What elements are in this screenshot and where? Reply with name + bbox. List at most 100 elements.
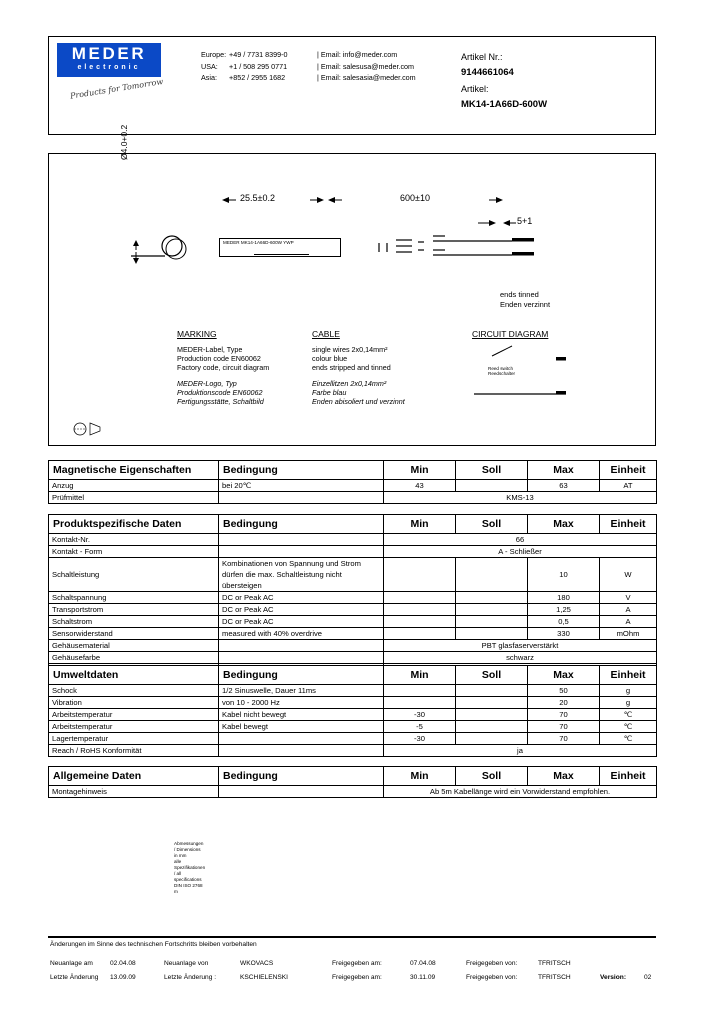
row-span-value: Ab 5m Kabellänge wird ein Vorwiderstand … [383,785,657,798]
row-unit: mOhm [599,627,657,640]
row-name: Schaltspannung [48,591,219,604]
row-condition [218,744,384,757]
row-condition [218,491,384,504]
row-condition: Kabel nicht bewegt [218,708,384,721]
row-soll [455,557,528,592]
cable-ends-note-de: Enden verzinnt [500,300,551,309]
row-name: Gehäusematerial [48,639,219,652]
row-name: Gehäusefarbe [48,651,219,664]
column-soll: Soll [455,460,528,480]
row-soll [455,479,528,492]
row-name: Schock [48,684,219,697]
row-span-value: PBT glasfaserverstärkt [383,639,657,652]
article-number-value: 9144661064 [461,67,514,78]
row-soll [455,603,528,616]
contact-region-usa: USA: [201,61,218,71]
table-header-row: Allgemeine Daten Bedingung Min Soll Max … [48,766,657,786]
row-min [383,684,456,697]
changed-by-value: KSCHIELENSKI [240,974,289,981]
column-bedingung: Bedingung [218,665,384,685]
table-row: Prüfmittel KMS-13 [48,491,657,504]
row-span-value: ja [383,744,657,757]
cable-de-2: Farbe blau [312,388,347,397]
environment-table-title: Umweltdaten [48,665,219,685]
row-name: Prüfmittel [48,491,219,504]
table-row: Kontakt - Form A - Schließer [48,545,657,558]
row-max: 70 [527,732,600,745]
contact-block: Europe: +49 / 7731 8399-0 | Email: info@… [201,49,416,84]
drawing-geometry [73,197,566,436]
table-header-row: Umweltdaten Bedingung Min Soll Max Einhe… [48,665,657,685]
released-by-value-2: TFRITSCH [538,974,571,981]
table-row: Arbeitstemperatur Kabel bewegt -5 70 ℃ [48,720,657,733]
row-soll [455,732,528,745]
released-by-label-2: Freigegeben von: [466,974,518,981]
row-max: 0,5 [527,615,600,628]
row-condition: bei 20℃ [218,479,384,492]
footer-disclaimer: Änderungen im Sinne des technischen Fort… [50,941,257,948]
row-name: Reach / RoHS Konformität [48,744,219,757]
table-row: Lagertemperatur -30 70 ℃ [48,732,657,745]
dimension-cable-length: 600±10 [400,193,430,203]
row-condition [218,639,384,652]
row-condition [218,732,384,745]
dimension-body-length: 25.5±0.2 [240,193,275,203]
row-max: 70 [527,720,600,733]
table-row: Schaltleistung Kombinationen von Spannun… [48,557,657,592]
table-row: Schock 1/2 Sinuswelle, Dauer 11ms 50 g [48,684,657,697]
row-soll [455,684,528,697]
column-einheit: Einheit [599,766,657,786]
column-min: Min [383,665,456,685]
row-name: Kontakt - Form [48,545,219,558]
row-condition: Kombinationen von Spannung und Strom dür… [218,557,384,592]
circuit-note: Reed switch Reedschalter [488,366,515,377]
table-row: Arbeitstemperatur Kabel nicht bewegt -30… [48,708,657,721]
row-max: 70 [527,708,600,721]
column-einheit: Einheit [599,514,657,534]
table-product-data: Produktspezifische Daten Bedingung Min S… [48,514,657,676]
cable-ends-note-en: ends tinned [500,290,539,299]
cable-body: single wires 2x0,14mm² colour blue ends … [312,345,405,406]
contact-row-asia: Asia: +852 / 2955 1682 | Email: salesasi… [201,72,416,84]
row-soll [455,720,528,733]
contact-phone-asia: +852 / 2955 1682 [229,73,286,82]
column-soll: Soll [455,514,528,534]
article-name-value: MK14-1A66D-600W [461,99,548,110]
cable-block: CABLE single wires 2x0,14mm² colour blue… [312,329,405,406]
table-row: Reach / RoHS Konformität ja [48,744,657,757]
row-name: Schaltleistung [48,557,219,592]
article-name-label: Artikel: [461,84,489,94]
table-header-row: Magnetische Eigenschaften Bedingung Min … [48,460,657,480]
row-name: Lagertemperatur [48,732,219,745]
row-min [383,591,456,604]
cable-de-3: Enden abisoliert und verzinnt [312,397,405,406]
circuit-block: CIRCUIT DIAGRAM [472,329,548,339]
released-by-value-1: TFRITSCH [538,960,571,967]
table-row: Montagehinweis Ab 5m Kabellänge wird ein… [48,785,657,798]
table-row: Sensorwiderstand measured with 40% overd… [48,627,657,640]
version-label: Version: [600,974,627,981]
marking-title: MARKING [177,329,217,339]
marking-en-1: MEDER-Label, Type [177,345,243,354]
product-label-underline [254,249,309,255]
footer-row-changed: Letzte Änderung 13.09.09 Letzte Änderung… [50,971,658,985]
row-name: Sensorwiderstand [48,627,219,640]
product-table-title: Produktspezifische Daten [48,514,219,534]
row-name: Arbeitstemperatur [48,708,219,721]
row-min [383,603,456,616]
dimension-strip-length: 5+1 [517,216,533,226]
row-min: 43 [383,479,456,492]
logo-slogan-script: Products for Tomorrow [69,77,164,101]
row-condition: measured with 40% overdrive [218,627,384,640]
contact-row-europe: Europe: +49 / 7731 8399-0 | Email: info@… [201,49,416,61]
contact-row-usa: USA: +1 / 508 295 0771 | Email: salesusa… [201,61,416,73]
row-name: Arbeitstemperatur [48,720,219,733]
row-max: 330 [527,627,600,640]
contact-phone-usa: +1 / 508 295 0771 [229,61,288,71]
row-condition [218,533,384,546]
logo-badge: MEDER electronic [57,43,161,77]
table-magnetic-properties: Magnetische Eigenschaften Bedingung Min … [48,460,657,504]
row-condition: DC or Peak AC [218,615,384,628]
projection-note-text: Abmessungen / Dimensions in mm alle Spez… [174,841,205,895]
row-unit: AT [599,479,657,492]
